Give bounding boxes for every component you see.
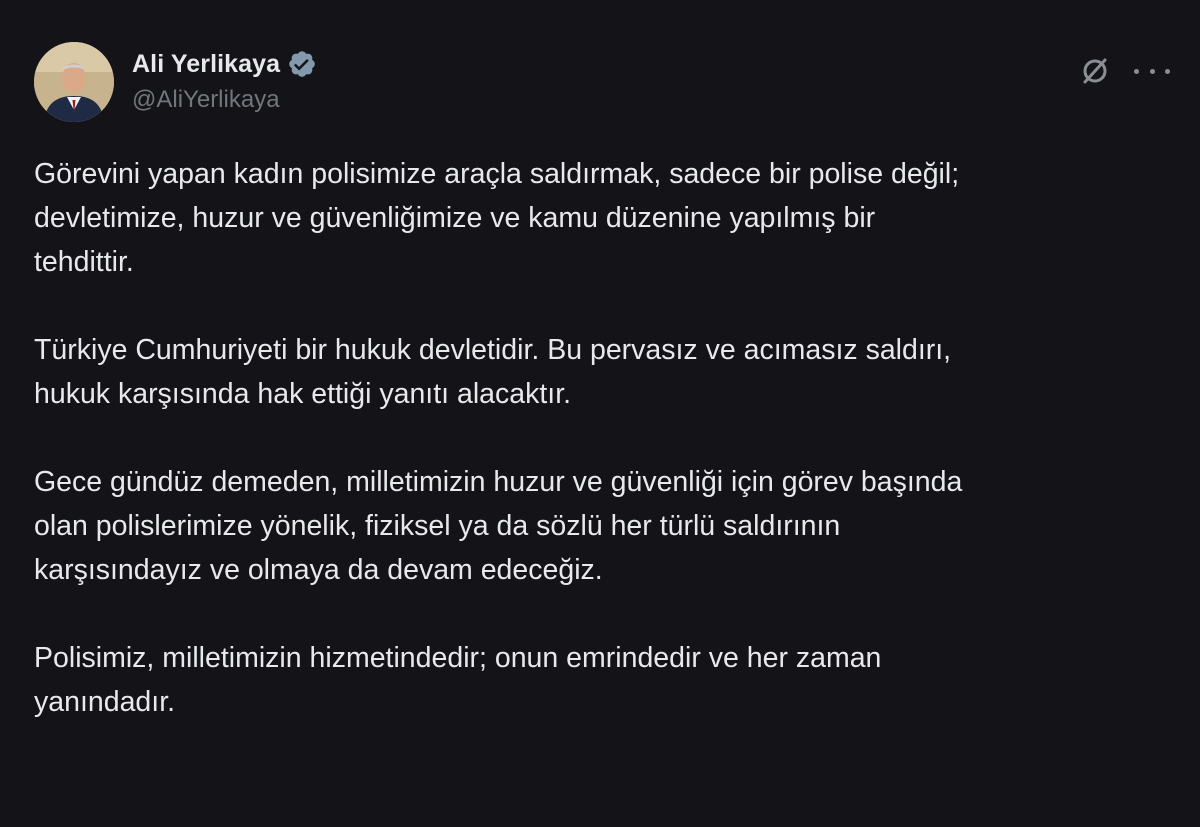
tweet-paragraph: Türkiye Cumhuriyeti bir hukuk devletidir…: [34, 334, 952, 410]
more-options-icon[interactable]: [1134, 65, 1170, 77]
tweet-card[interactable]: Ali Yerlikaya @AliYerlikaya Görevini yap…: [0, 0, 1200, 827]
handle[interactable]: @AliYerlikaya: [132, 86, 317, 114]
tweet-header: Ali Yerlikaya @AliYerlikaya: [34, 40, 1170, 124]
avatar[interactable]: [34, 42, 114, 122]
tweet-paragraph: Gece gündüz demeden, milletimizin huzur …: [34, 466, 963, 586]
display-name[interactable]: Ali Yerlikaya: [132, 50, 280, 79]
tweet-paragraph: Görevini yapan kadın polisimize araçla s…: [34, 158, 960, 278]
grok-icon[interactable]: [1078, 54, 1112, 88]
tweet-paragraph: Polisimiz, milletimizin hizmetindedir; o…: [34, 642, 882, 718]
tweet-text: Görevini yapan kadın polisimize araçla s…: [34, 152, 1174, 724]
verified-badge-icon[interactable]: [287, 49, 317, 79]
